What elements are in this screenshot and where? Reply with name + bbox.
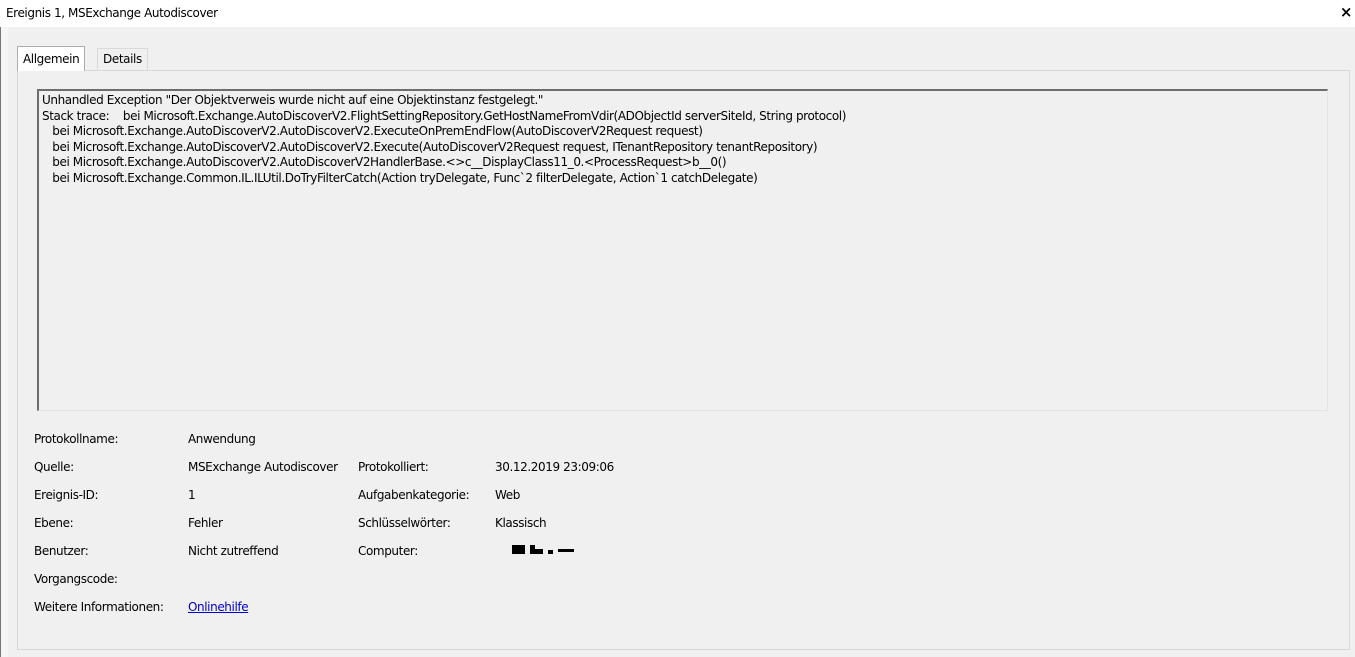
weitere-informationen-label: Weitere Informationen: xyxy=(34,600,164,614)
redaction-block xyxy=(535,549,543,554)
close-icon[interactable]: × xyxy=(1340,3,1353,21)
redaction-block xyxy=(548,550,553,554)
computer-label: Computer: xyxy=(358,544,418,558)
description-line: bei Microsoft.Exchange.AutoDiscoverV2.Au… xyxy=(42,139,818,154)
aufgabenkategorie-value[interactable]: Web xyxy=(495,488,520,502)
tab-details[interactable]: Details xyxy=(97,48,148,70)
aufgabenkategorie-label: Aufgabenkategorie: xyxy=(358,488,470,502)
computer-value-redacted[interactable] xyxy=(512,543,592,555)
window-title: Ereignis 1, MSExchange Autodiscover xyxy=(6,6,218,20)
redaction-block xyxy=(512,545,525,554)
protokollname-value[interactable]: Anwendung xyxy=(188,432,256,446)
window-title-bar: Ereignis 1, MSExchange Autodiscover × xyxy=(0,0,1355,28)
general-tab-panel: Unhandled Exception "Der Objektverweis w… xyxy=(17,70,1350,650)
tab-allgemein[interactable]: Allgemein xyxy=(17,46,86,71)
benutzer-label: Benutzer: xyxy=(34,544,89,558)
ebene-value[interactable]: Fehler xyxy=(188,516,223,530)
protokolliert-value[interactable]: 30.12.2019 23:09:06 xyxy=(495,460,614,474)
onlinehilfe-link[interactable]: Onlinehilfe xyxy=(188,600,249,614)
quelle-value[interactable]: MSExchange Autodiscover xyxy=(188,460,338,474)
description-line: Unhandled Exception "Der Objektverweis w… xyxy=(42,93,544,107)
description-line: bei Microsoft.Exchange.AutoDiscoverV2.Au… xyxy=(42,124,703,138)
schluesselwoerter-label: Schlüsselwörter: xyxy=(358,516,451,530)
description-line: bei Microsoft.Exchange.AutoDiscoverV2.Au… xyxy=(42,155,727,169)
protokolliert-label: Protokolliert: xyxy=(358,460,429,474)
ebene-label: Ebene: xyxy=(34,516,74,530)
event-description-box[interactable]: Unhandled Exception "Der Objektverweis w… xyxy=(37,89,1328,411)
ereignis-id-label: Ereignis-ID: xyxy=(34,488,99,502)
description-line: Stack trace: bei Microsoft.Exchange.Auto… xyxy=(42,108,847,123)
vorgangscode-label: Vorgangscode: xyxy=(34,572,118,586)
protokollname-label: Protokollname: xyxy=(34,432,119,446)
schluesselwoerter-value[interactable]: Klassisch xyxy=(495,516,547,530)
redaction-block xyxy=(558,549,574,552)
benutzer-value[interactable]: Nicht zutreffend xyxy=(188,544,279,558)
quelle-label: Quelle: xyxy=(34,460,74,474)
ereignis-id-value[interactable]: 1 xyxy=(188,488,196,502)
event-properties-pane: Allgemein Details Unhandled Exception "D… xyxy=(8,27,1355,657)
description-line: bei Microsoft.Exchange.Common.IL.ILUtil.… xyxy=(42,170,758,185)
